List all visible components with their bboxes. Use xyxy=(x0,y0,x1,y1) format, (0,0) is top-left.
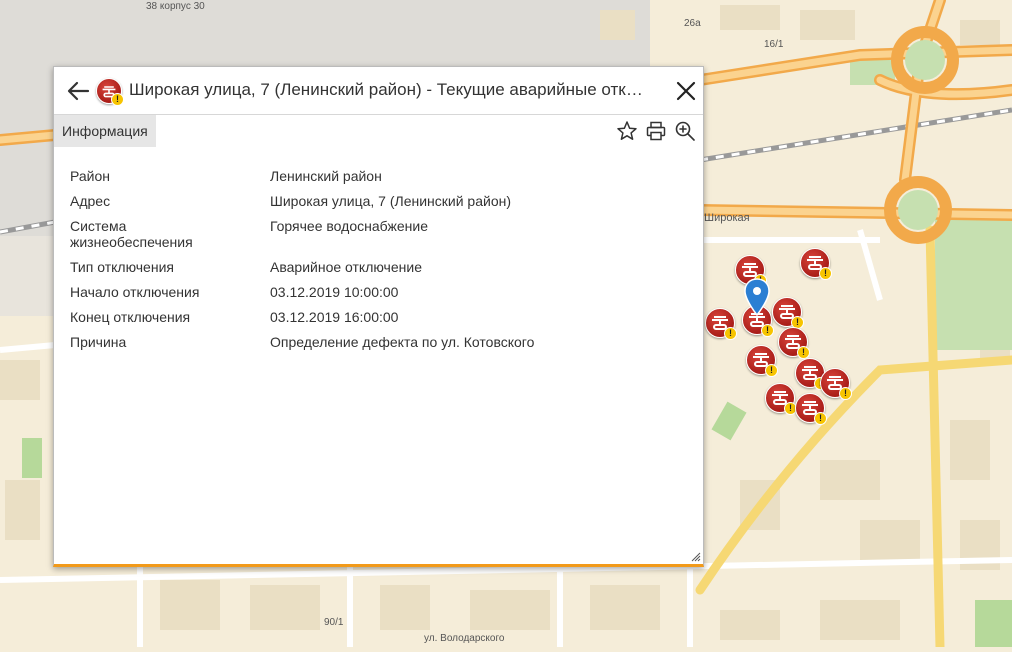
star-icon[interactable] xyxy=(616,120,638,142)
outage-marker[interactable]: ! xyxy=(800,248,832,280)
detail-row: Район Ленинский район xyxy=(70,168,680,184)
detail-key: Конец отключения xyxy=(70,309,191,325)
detail-key: Район xyxy=(70,168,110,184)
close-icon[interactable] xyxy=(674,79,698,103)
details-list: Район Ленинский район Адрес Широкая улиц… xyxy=(70,168,680,359)
detail-value: Аварийное отключение xyxy=(270,259,422,275)
map-label-90-1: 90/1 xyxy=(324,617,344,628)
detail-row: Причина Определение дефекта по ул. Котов… xyxy=(70,334,680,350)
popup-title: Широкая улица, 7 (Ленинский район) - Тек… xyxy=(129,80,649,99)
water-tap-outage-icon: ! xyxy=(96,78,124,106)
detail-row: Тип отключения Аварийное отключение xyxy=(70,259,680,275)
outage-marker[interactable]: ! xyxy=(705,308,737,340)
warning-badge-icon: ! xyxy=(765,364,778,377)
warning-badge-icon: ! xyxy=(724,327,737,340)
map-label-volodarsky: ул. Володарского xyxy=(424,633,505,644)
detail-value: Широкая улица, 7 (Ленинский район) xyxy=(270,193,512,209)
zoom-in-icon[interactable] xyxy=(674,120,696,142)
warning-badge-icon: ! xyxy=(819,267,832,280)
detail-row: Конец отключения 03.12.2019 16:00:00 xyxy=(70,309,680,325)
popup-header: ! Широкая улица, 7 (Ленинский район) - Т… xyxy=(54,67,703,115)
outage-marker[interactable]: ! xyxy=(746,345,778,377)
map-label-16-1: 16/1 xyxy=(764,39,784,50)
warning-badge-icon: ! xyxy=(839,387,852,400)
detail-value: Определение дефекта по ул. Котовского xyxy=(270,334,535,350)
detail-value: 03.12.2019 16:00:00 xyxy=(270,309,399,325)
map-label-26a: 26а xyxy=(684,18,701,29)
map-label-street: Широкая xyxy=(704,212,750,224)
location-pin-icon[interactable] xyxy=(744,278,770,316)
detail-key: Причина xyxy=(70,334,127,350)
warning-badge-icon: ! xyxy=(111,93,124,106)
map-label-korpus: 38 корпус 30 xyxy=(146,1,205,12)
info-popup: ! Широкая улица, 7 (Ленинский район) - Т… xyxy=(53,66,704,567)
detail-key: Адрес xyxy=(70,193,111,209)
detail-key: Начало отключения xyxy=(70,284,200,300)
warning-badge-icon: ! xyxy=(814,412,827,425)
detail-row: Начало отключения 03.12.2019 10:00:00 xyxy=(70,284,680,300)
printer-icon[interactable] xyxy=(645,120,667,142)
tab-information[interactable]: Информация xyxy=(54,115,156,147)
arrow-left-icon[interactable] xyxy=(66,80,90,102)
detail-row: Адрес Широкая улица, 7 (Ленинский район) xyxy=(70,193,680,209)
outage-marker[interactable]: ! xyxy=(778,327,810,359)
detail-row: Система жизнеобеспечения Горячее водосна… xyxy=(70,218,680,250)
detail-value: Ленинский район xyxy=(270,168,382,184)
outage-marker[interactable]: ! xyxy=(772,297,804,329)
detail-key: Система жизнеобеспечения xyxy=(70,218,193,250)
resize-handle-icon[interactable] xyxy=(691,552,701,562)
detail-value: 03.12.2019 10:00:00 xyxy=(270,284,399,300)
outage-marker[interactable]: ! xyxy=(765,383,797,415)
detail-key: Тип отключения xyxy=(70,259,174,275)
outage-marker[interactable]: ! xyxy=(795,393,827,425)
detail-value: Горячее водоснабжение xyxy=(270,218,428,234)
tab-bar: Информация xyxy=(54,115,703,147)
